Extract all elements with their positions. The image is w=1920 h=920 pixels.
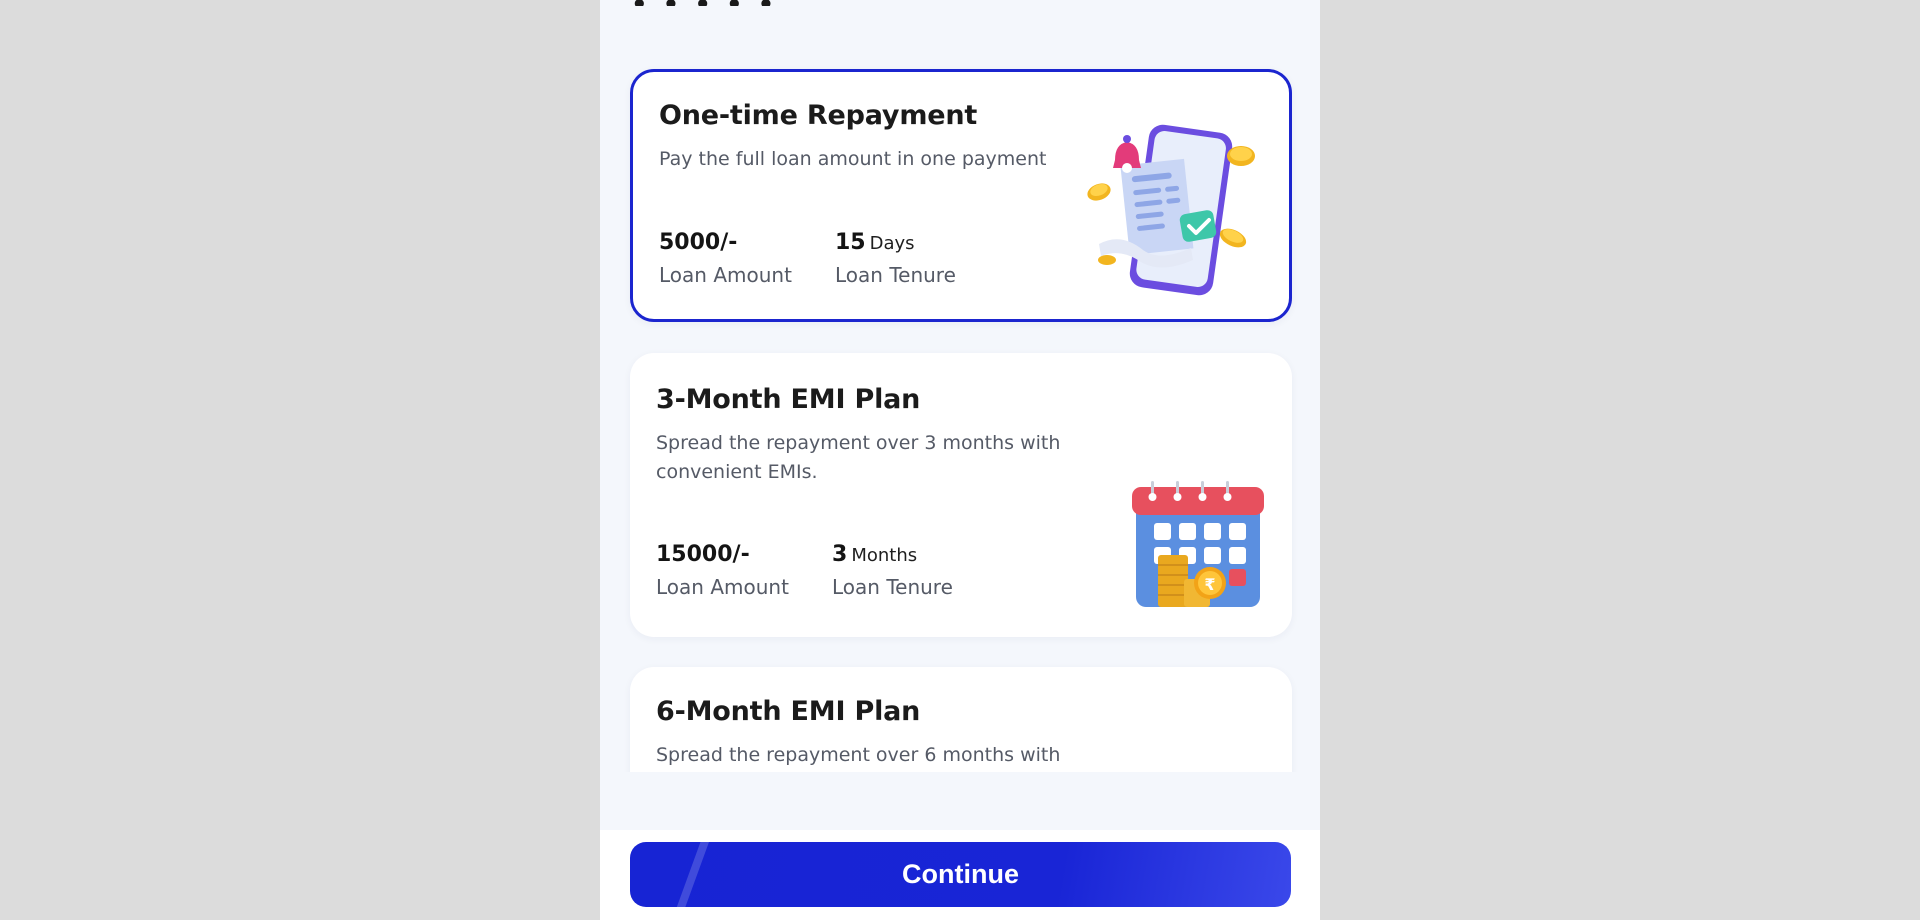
- phone-bill-coins-icon: [1087, 124, 1255, 296]
- plan-card-6-month[interactable]: 6-Month EMI Plan Spread the repayment ov…: [630, 667, 1292, 772]
- loan-amount-label: Loan Amount: [659, 263, 792, 287]
- loan-tenure-value: 3 Months: [832, 542, 918, 567]
- plan-title: One-time Repayment: [659, 100, 978, 131]
- plan-description: Pay the full loan amount in one payment: [659, 148, 1047, 170]
- footer-bar: Continue: [600, 830, 1320, 920]
- loan-amount-stat: 5000/- Loan Amount: [659, 230, 792, 287]
- plan-title: 6-Month EMI Plan: [656, 696, 921, 727]
- plan-description: Spread the repayment over 3 months with …: [656, 432, 1061, 483]
- plan-card-one-time[interactable]: One-time Repayment Pay the full loan amo…: [630, 69, 1292, 322]
- loan-tenure-label: Loan Tenure: [832, 575, 953, 599]
- plan-list[interactable]: • • • • • One-time Repayment Pay the ful…: [600, 0, 1320, 772]
- loan-tenure-stat: 3 Months Loan Tenure: [832, 542, 953, 599]
- continue-button[interactable]: Continue: [630, 842, 1291, 907]
- mobile-screen: • • • • • One-time Repayment Pay the ful…: [600, 0, 1320, 920]
- plan-card-3-month[interactable]: 3-Month EMI Plan Spread the repayment ov…: [630, 353, 1292, 637]
- svg-text:₹: ₹: [1204, 575, 1215, 594]
- clipped-heading: • • • • •: [631, 0, 777, 6]
- loan-amount-value: 5000/-: [659, 230, 738, 255]
- continue-label: Continue: [902, 859, 1019, 889]
- button-shine: [672, 842, 712, 907]
- loan-tenure-stat: 15 Days Loan Tenure: [835, 230, 956, 287]
- loan-amount-value: 15000/-: [656, 542, 750, 567]
- loan-tenure-value: 15 Days: [835, 230, 915, 255]
- plan-description: Spread the repayment over 6 months with: [656, 744, 1061, 766]
- loan-tenure-label: Loan Tenure: [835, 263, 956, 287]
- loan-amount-stat: 15000/- Loan Amount: [656, 542, 789, 599]
- loan-amount-label: Loan Amount: [656, 575, 789, 599]
- calendar-coins-icon: ₹: [1132, 481, 1264, 607]
- plan-title: 3-Month EMI Plan: [656, 384, 921, 415]
